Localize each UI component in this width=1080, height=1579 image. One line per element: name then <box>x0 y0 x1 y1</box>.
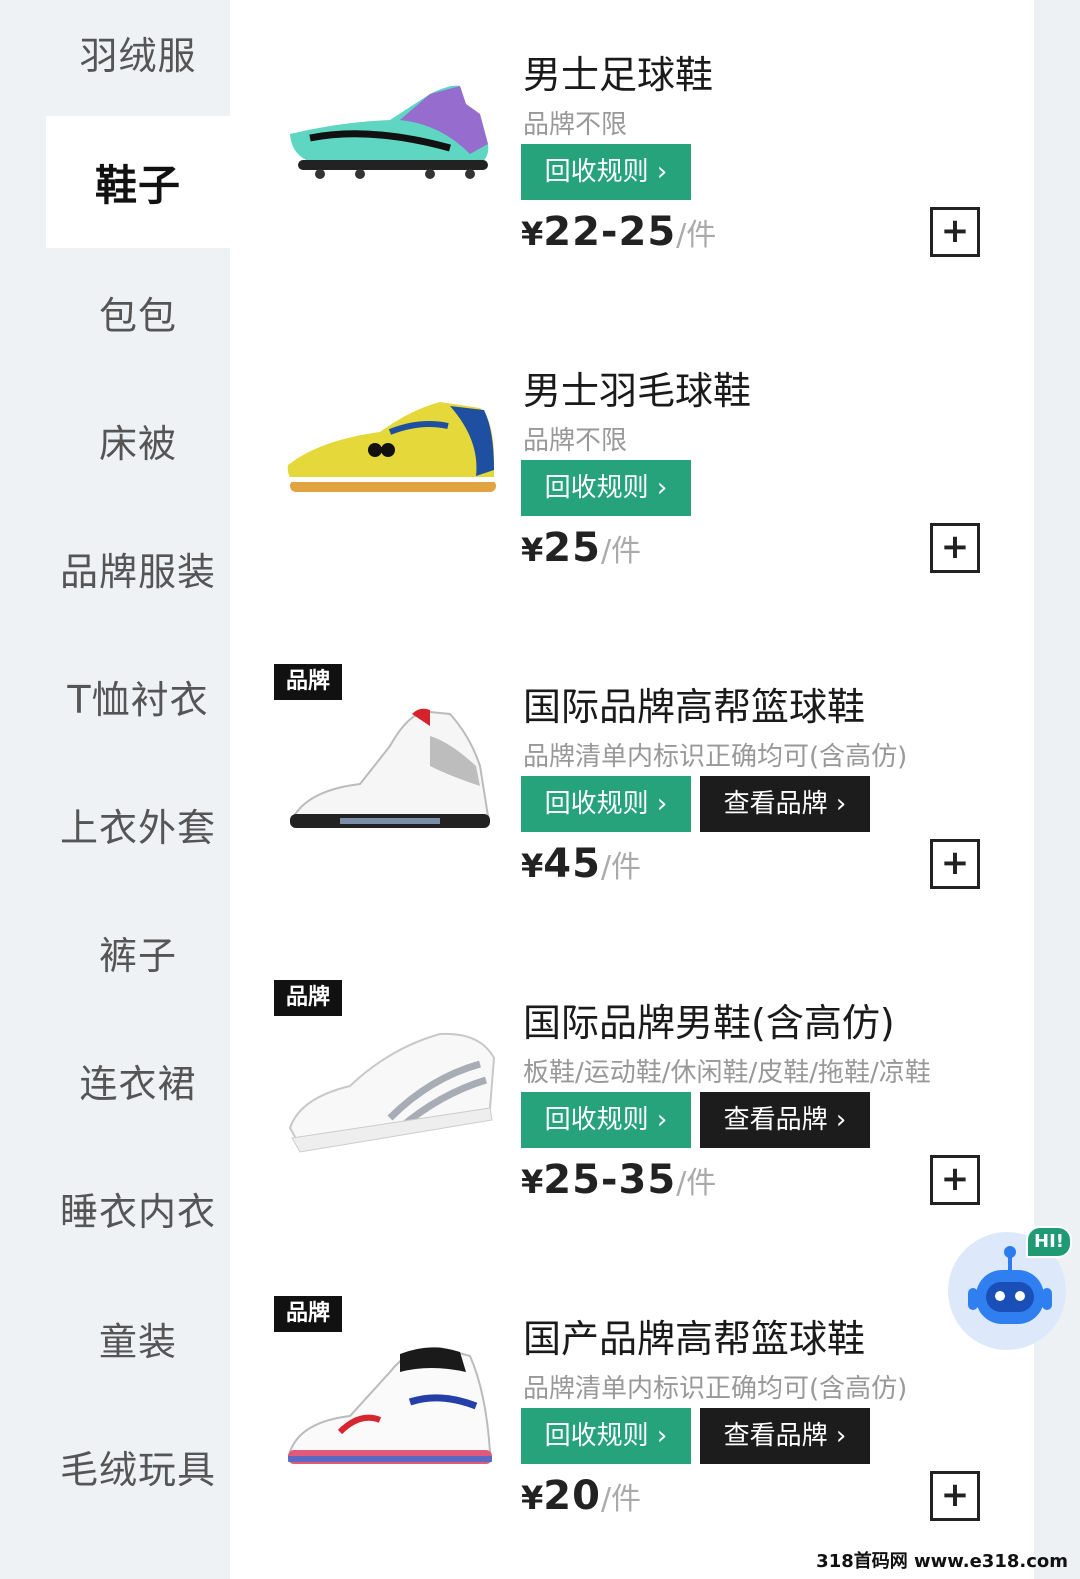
recycling-rules-button[interactable]: 回收规则 › <box>521 1092 691 1148</box>
sidebar-item-sleepwear[interactable]: 睡衣内衣 <box>46 1142 230 1274</box>
product-card[interactable]: 品牌 国际品牌高帮篮球鞋 品牌清单内标识正确均可(含高仿) 回收规则 › 查看品… <box>230 636 1034 936</box>
sidebar-item-label: 包包 <box>98 293 177 338</box>
product-card[interactable]: 品牌 国产品牌高帮篮球鞋 品牌清单内标识正确均可(含高仿) 回收规则 › 查看品… <box>230 1268 1034 1568</box>
product-price: ¥22-25/件 <box>521 209 716 255</box>
recycling-rules-button[interactable]: 回收规则 › <box>521 776 691 832</box>
price-value: 45 <box>543 841 601 887</box>
recycling-rules-button[interactable]: 回收规则 › <box>521 460 691 516</box>
product-name: 国产品牌高帮篮球鞋 <box>523 1317 866 1361</box>
sidebar-item-plush-toys[interactable]: 毛绒玩具 <box>46 1400 230 1532</box>
sidebar-item-label: 品牌服装 <box>59 549 216 594</box>
recycling-rules-button[interactable]: 回收规则 › <box>521 1408 691 1464</box>
price-currency: ¥ <box>521 1479 544 1517</box>
product-subtitle: 板鞋/运动鞋/休闲鞋/皮鞋/拖鞋/凉鞋 <box>523 1058 931 1088</box>
sidebar-item-label: 毛绒玩具 <box>59 1447 216 1492</box>
add-button[interactable]: + <box>930 1471 980 1521</box>
sidebar-item-tshirts[interactable]: T恤衬衣 <box>46 630 230 762</box>
price-unit: /件 <box>676 1166 717 1201</box>
brand-tag: 品牌 <box>274 980 343 1016</box>
price-unit: /件 <box>600 1482 642 1517</box>
sidebar-item-label: 连衣裙 <box>79 1061 197 1106</box>
product-price: ¥20/件 <box>521 1473 641 1519</box>
hi-badge: HI! <box>1026 1226 1072 1258</box>
high-top-sneaker-icon <box>288 1346 492 1464</box>
product-subtitle: 品牌不限 <box>523 426 628 456</box>
category-sidebar: 羽绒服 鞋子 包包 床被 品牌服装 T恤衬衣 上衣外套 裤子 连衣裙 睡衣内衣 … <box>0 0 230 1579</box>
sidebar-item-label: T恤衬衣 <box>67 677 209 722</box>
brand-tag: 品牌 <box>274 1296 343 1332</box>
product-name: 国际品牌高帮篮球鞋 <box>523 685 866 729</box>
add-button[interactable]: + <box>930 207 980 257</box>
low-top-sneaker-icon <box>288 1032 496 1153</box>
sidebar-item-label: 童装 <box>98 1319 177 1364</box>
sidebar-item-dresses[interactable]: 连衣裙 <box>46 1014 230 1146</box>
product-card[interactable]: 男士足球鞋 品牌不限 回收规则 › ¥22-25/件 + <box>230 4 1034 304</box>
price-value: 25-35 <box>543 1157 677 1203</box>
sidebar-item-kids[interactable]: 童装 <box>46 1272 230 1404</box>
brand-tag: 品牌 <box>274 664 343 700</box>
badminton-shoe-icon <box>287 402 496 492</box>
add-button[interactable]: + <box>930 523 980 573</box>
add-button[interactable]: + <box>930 1155 980 1205</box>
product-name: 男士足球鞋 <box>523 53 714 97</box>
sidebar-item-jackets[interactable]: 上衣外套 <box>46 758 230 890</box>
sidebar-item-label: 羽绒服 <box>79 33 197 78</box>
high-top-sneaker-icon <box>290 708 490 828</box>
price-currency: ¥ <box>521 1163 544 1201</box>
view-brands-button[interactable]: 查看品牌 › <box>700 1408 870 1464</box>
sidebar-item-label: 睡衣内衣 <box>59 1189 216 1234</box>
sidebar-item-label: 鞋子 <box>94 160 181 210</box>
sidebar-item-shoes[interactable]: 鞋子 <box>46 116 230 248</box>
price-unit: /件 <box>676 218 717 253</box>
sidebar-item-bags[interactable]: 包包 <box>46 246 230 378</box>
product-name: 国际品牌男鞋(含高仿) <box>523 1001 895 1045</box>
price-currency: ¥ <box>521 215 544 253</box>
price-unit: /件 <box>600 850 642 885</box>
sidebar-item-down-jacket[interactable]: 羽绒服 <box>46 0 230 118</box>
view-brands-button[interactable]: 查看品牌 › <box>700 1092 870 1148</box>
sidebar-item-bedding[interactable]: 床被 <box>46 374 230 506</box>
sidebar-item-pants[interactable]: 裤子 <box>46 886 230 1018</box>
product-subtitle: 品牌清单内标识正确均可(含高仿) <box>523 742 908 772</box>
price-unit: /件 <box>600 534 642 569</box>
price-value: 25 <box>543 525 601 571</box>
product-list: 男士足球鞋 品牌不限 回收规则 › ¥22-25/件 + 男士羽毛球鞋 品牌不限… <box>230 0 1034 1579</box>
price-value: 20 <box>543 1473 601 1519</box>
add-button[interactable]: + <box>930 839 980 889</box>
product-price: ¥25/件 <box>521 525 641 571</box>
product-price: ¥45/件 <box>521 841 641 887</box>
sidebar-item-label: 上衣外套 <box>59 805 216 850</box>
product-subtitle: 品牌不限 <box>523 110 628 140</box>
product-card[interactable]: 品牌 国际品牌男鞋(含高仿) 板鞋/运动鞋/休闲鞋/皮鞋/拖鞋/凉鞋 回收规则 … <box>230 952 1034 1252</box>
price-currency: ¥ <box>521 847 544 885</box>
product-price: ¥25-35/件 <box>521 1157 716 1203</box>
product-name: 男士羽毛球鞋 <box>523 369 752 413</box>
view-brands-button[interactable]: 查看品牌 › <box>700 776 870 832</box>
watermark: 318首码网 www.e318.com <box>816 1551 1068 1572</box>
price-value: 22-25 <box>543 209 677 255</box>
sidebar-item-label: 裤子 <box>98 933 177 978</box>
recycling-rules-button[interactable]: 回收规则 › <box>521 144 691 200</box>
product-card[interactable]: 男士羽毛球鞋 品牌不限 回收规则 › ¥25/件 + <box>230 320 1034 620</box>
sidebar-item-label: 床被 <box>98 421 177 466</box>
price-currency: ¥ <box>521 531 544 569</box>
sidebar-item-brand-clothing[interactable]: 品牌服装 <box>46 502 230 634</box>
soccer-cleat-icon <box>290 85 489 179</box>
product-subtitle: 品牌清单内标识正确均可(含高仿) <box>523 1374 908 1404</box>
